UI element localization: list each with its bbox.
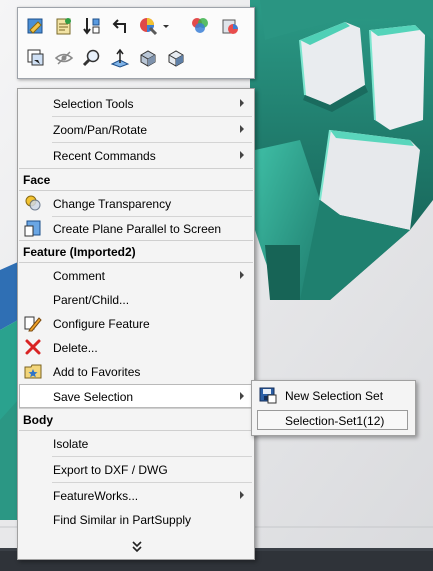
submenu-arrow-icon bbox=[240, 151, 244, 159]
transparency-icon bbox=[24, 194, 42, 212]
menu-item-create-plane-parallel[interactable]: Create Plane Parallel to Screen bbox=[19, 216, 253, 240]
menu-item-label: Zoom/Pan/Rotate bbox=[53, 123, 148, 137]
hide-show-icon[interactable] bbox=[52, 46, 76, 70]
menu-item-parent-child[interactable]: Parent/Child... bbox=[19, 287, 253, 311]
submenu-arrow-icon bbox=[240, 99, 244, 107]
menu-item-zoom-pan-rotate[interactable]: Zoom/Pan/Rotate bbox=[19, 117, 253, 141]
appearance-icon[interactable] bbox=[136, 14, 160, 38]
menu-item-delete[interactable]: Delete... bbox=[19, 335, 253, 359]
apply-scene-icon[interactable] bbox=[188, 14, 212, 38]
submenu-arrow-icon bbox=[240, 392, 244, 400]
selection-set-icon bbox=[259, 386, 277, 404]
previous-view-icon[interactable] bbox=[24, 14, 48, 38]
normal-to-icon[interactable] bbox=[108, 46, 132, 70]
menu-item-label: Comment bbox=[53, 269, 106, 283]
context-toolbar bbox=[17, 7, 255, 79]
menu-item-export-dxf-dwg[interactable]: Export to DXF / DWG bbox=[19, 457, 253, 481]
menu-item-isolate[interactable]: Isolate bbox=[19, 431, 253, 455]
view-orientation-icon[interactable] bbox=[164, 46, 188, 70]
menu-item-label: Export to DXF / DWG bbox=[53, 463, 168, 477]
menu-item-label: Parent/Child... bbox=[53, 293, 130, 307]
menu-item-selection-tools[interactable]: Selection Tools bbox=[19, 91, 253, 115]
menu-item-label: Save Selection bbox=[53, 390, 134, 404]
menu-item-configure-feature[interactable]: Configure Feature bbox=[19, 311, 253, 335]
undo-arrow-icon[interactable] bbox=[108, 14, 132, 38]
menu-item-comment[interactable]: Comment bbox=[19, 263, 253, 287]
menu-item-find-similar-partsupply[interactable]: Find Similar in PartSupply bbox=[19, 507, 253, 531]
menu-item-label: Create Plane Parallel to Screen bbox=[53, 222, 222, 236]
chevron-double-down-icon[interactable] bbox=[130, 540, 144, 554]
section-header-body: Body bbox=[19, 409, 253, 430]
favorites-icon bbox=[24, 362, 42, 380]
menu-item-label: Selection Tools bbox=[53, 97, 134, 111]
menu-item-add-to-favorites[interactable]: Add to Favorites bbox=[19, 359, 253, 383]
display-style-icon[interactable] bbox=[136, 46, 160, 70]
section-header-face: Face bbox=[19, 169, 253, 190]
insert-feature-icon[interactable] bbox=[80, 14, 104, 38]
menu-item-label: Delete... bbox=[53, 341, 98, 355]
menu-item-label: New Selection Set bbox=[285, 389, 384, 403]
menu-item-selection-set1[interactable]: Selection-Set1(12) bbox=[253, 408, 414, 432]
context-menu: Selection Tools Zoom/Pan/Rotate Recent C… bbox=[17, 88, 255, 560]
menu-item-label: Selection-Set1(12) bbox=[285, 414, 385, 428]
section-header-label: Feature (Imported2) bbox=[23, 245, 136, 259]
submenu-arrow-icon bbox=[240, 491, 244, 499]
submenu-arrow-icon bbox=[240, 271, 244, 279]
menu-item-label: Recent Commands bbox=[53, 149, 156, 163]
menu-item-label: Find Similar in PartSupply bbox=[53, 513, 192, 527]
appearance-dropdown-icon[interactable] bbox=[160, 14, 172, 38]
submenu-arrow-icon bbox=[240, 125, 244, 133]
menu-item-featureworks[interactable]: FeatureWorks... bbox=[19, 483, 253, 507]
section-header-label: Body bbox=[23, 413, 53, 427]
menu-item-label: Isolate bbox=[53, 437, 89, 451]
menu-item-new-selection-set[interactable]: New Selection Set bbox=[253, 383, 414, 407]
delete-icon bbox=[24, 338, 42, 356]
plane-icon bbox=[24, 219, 42, 237]
menu-item-recent-commands[interactable]: Recent Commands bbox=[19, 143, 253, 167]
section-header-label: Face bbox=[23, 173, 51, 187]
zoom-to-selection-icon[interactable] bbox=[24, 46, 48, 70]
menu-item-label: FeatureWorks... bbox=[53, 489, 139, 503]
section-header-feature: Feature (Imported2) bbox=[19, 241, 253, 262]
menu-item-label: Change Transparency bbox=[53, 197, 172, 211]
menu-item-change-transparency[interactable]: Change Transparency bbox=[19, 191, 253, 215]
menu-item-label: Configure Feature bbox=[53, 317, 150, 331]
save-selection-submenu: New Selection Set Selection-Set1(12) bbox=[251, 380, 416, 436]
section-view-icon[interactable] bbox=[52, 14, 76, 38]
zoom-to-area-icon[interactable] bbox=[80, 46, 104, 70]
view-settings-icon[interactable] bbox=[218, 14, 242, 38]
configure-icon bbox=[24, 314, 42, 332]
menu-item-save-selection[interactable]: Save Selection bbox=[19, 384, 253, 408]
menu-item-label: Add to Favorites bbox=[53, 365, 141, 379]
